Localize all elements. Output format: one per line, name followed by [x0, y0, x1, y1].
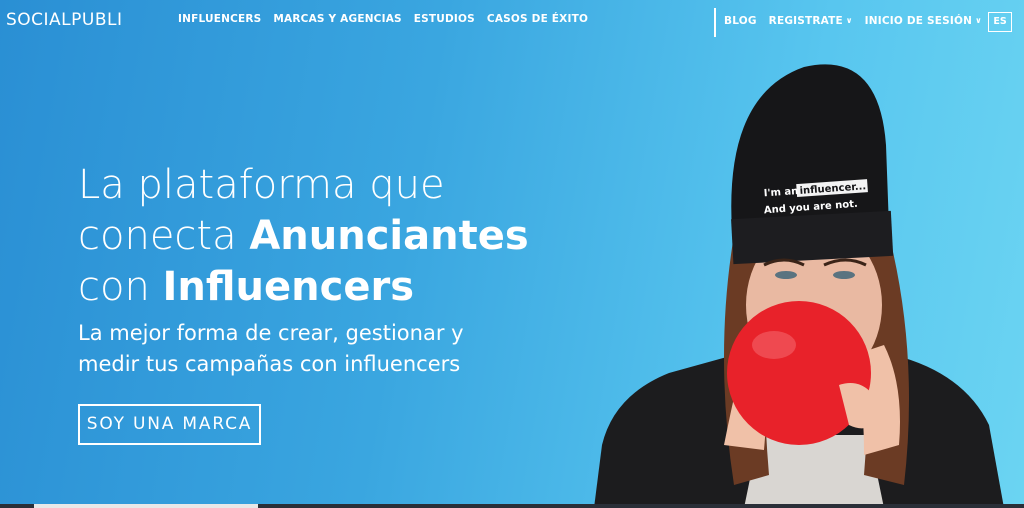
- primary-nav: INFLUENCERS MARCAS Y AGENCIAS ESTUDIOS C…: [178, 13, 588, 25]
- logo-text: SOCIALPUBLI: [6, 10, 123, 30]
- language-selector[interactable]: ES: [988, 12, 1012, 32]
- bottom-bar: [0, 504, 1024, 508]
- bottom-bar-highlight: [34, 504, 258, 508]
- nav-marcas-agencias[interactable]: MARCAS Y AGENCIAS: [273, 13, 401, 25]
- socialpubli-logo[interactable]: SOCIALPUBLI: [6, 10, 123, 30]
- hero-title: La plataforma que conecta Anunciantes co…: [78, 160, 598, 313]
- chevron-down-icon: ∨: [845, 16, 853, 25]
- hero-subtitle: La mejor forma de crear, gestionar y med…: [78, 321, 464, 376]
- top-navigation: SOCIALPUBLI INFLUENCERS MARCAS Y AGENCIA…: [0, 0, 1024, 40]
- nav-divider: [714, 8, 716, 37]
- nav-blog[interactable]: BLOG: [724, 15, 757, 27]
- beanie-cuff: [731, 210, 894, 265]
- login-label: INICIO DE SESIÓN: [864, 15, 973, 27]
- login-dropdown[interactable]: INICIO DE SESIÓN ∨: [865, 15, 982, 27]
- hero-title-anunciantes: Anunciantes: [249, 213, 529, 259]
- hero-title-line1: La plataforma que: [78, 162, 445, 208]
- nav-estudios[interactable]: ESTUDIOS: [414, 13, 475, 25]
- hero-title-influencers: Influencers: [162, 264, 414, 310]
- register-label: REGISTRATE: [768, 15, 843, 27]
- hero-title-line3-plain: con: [78, 264, 163, 310]
- hero-influencer-photo: I'm an influencer... influencer... And y…: [594, 64, 1004, 508]
- nav-casos-exito[interactable]: CASOS DE ÉXITO: [487, 13, 588, 25]
- nav-influencers[interactable]: INFLUENCERS: [178, 13, 261, 25]
- hero-title-line2-plain: conecta: [78, 213, 250, 259]
- chevron-down-icon: ∨: [975, 16, 982, 25]
- register-dropdown[interactable]: REGISTRATE ∨: [769, 15, 853, 27]
- soy-una-marca-button[interactable]: SOY UNA MARCA: [78, 404, 261, 445]
- secondary-nav: BLOG REGISTRATE ∨ INICIO DE SESIÓN ∨: [724, 15, 982, 27]
